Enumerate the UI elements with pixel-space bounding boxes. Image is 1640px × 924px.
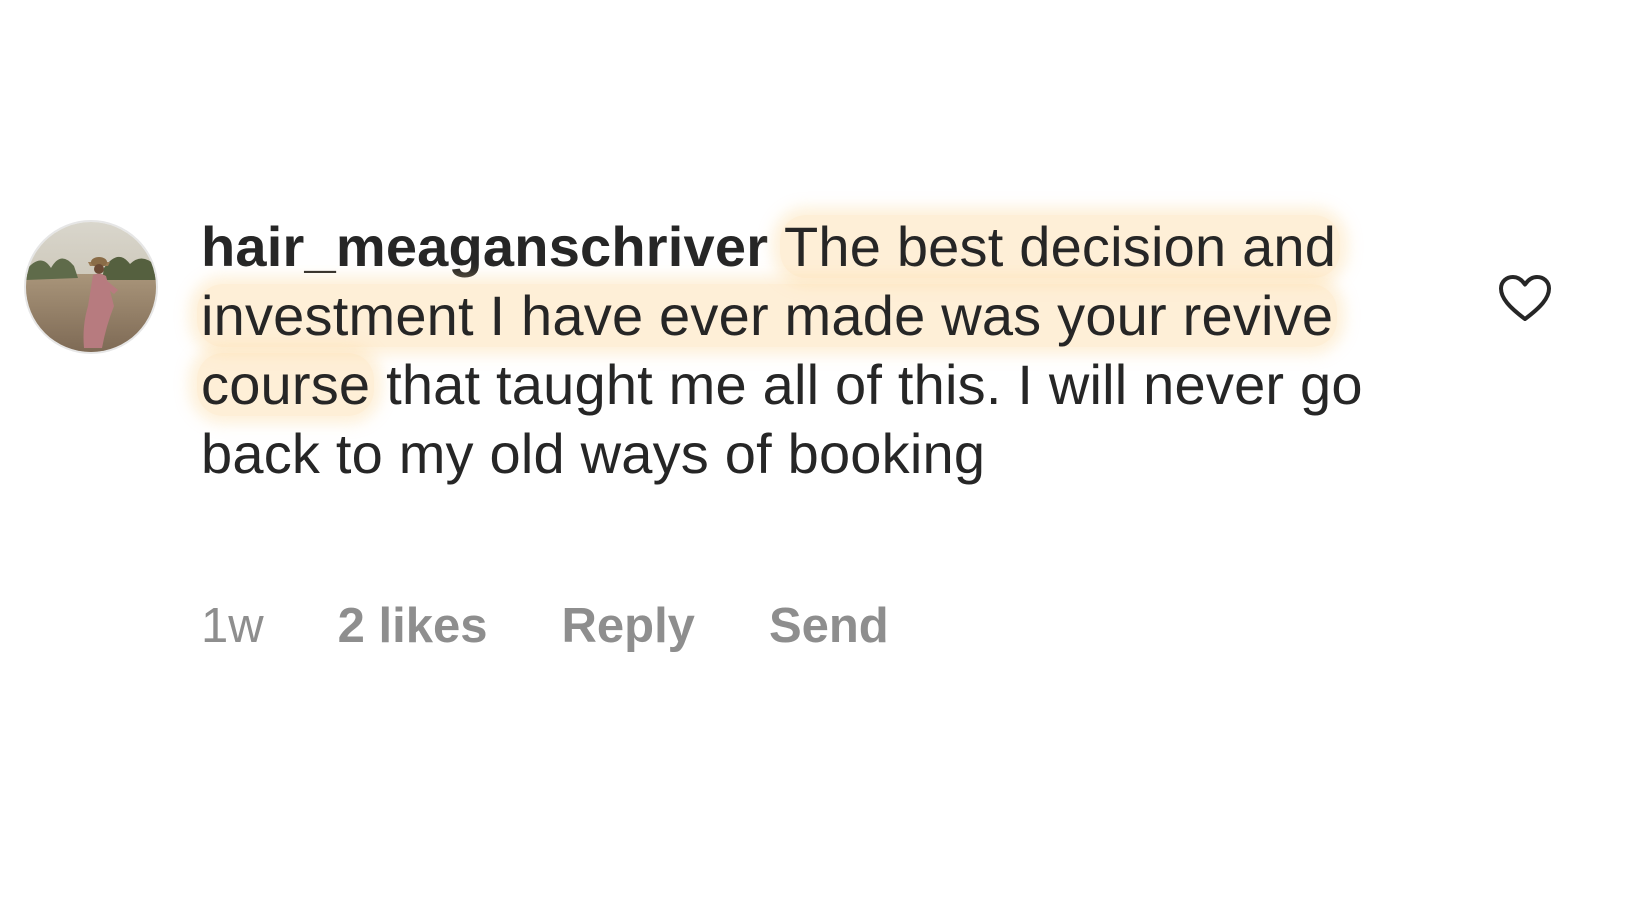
heart-outline-icon bbox=[1499, 275, 1551, 321]
comment-rest-text: that taught me all of this. I will never… bbox=[201, 353, 1363, 485]
comment-username[interactable]: hair_meaganschriver bbox=[201, 215, 768, 278]
likes-count-button[interactable]: 2 likes bbox=[338, 598, 488, 654]
comment-item: hair_meaganschriver The best decision an… bbox=[0, 0, 1640, 924]
comment-timestamp: 1w bbox=[201, 599, 264, 653]
comment-body: hair_meaganschriver The best decision an… bbox=[197, 212, 1431, 488]
reply-button[interactable]: Reply bbox=[562, 598, 695, 654]
send-button[interactable]: Send bbox=[769, 598, 889, 654]
comment-text: hair_meaganschriver The best decision an… bbox=[197, 212, 1431, 488]
comment-actions: 1w 2 likes Reply Send bbox=[201, 598, 963, 654]
avatar[interactable] bbox=[24, 220, 158, 354]
avatar-photo bbox=[26, 222, 156, 352]
like-button[interactable] bbox=[1497, 273, 1553, 323]
